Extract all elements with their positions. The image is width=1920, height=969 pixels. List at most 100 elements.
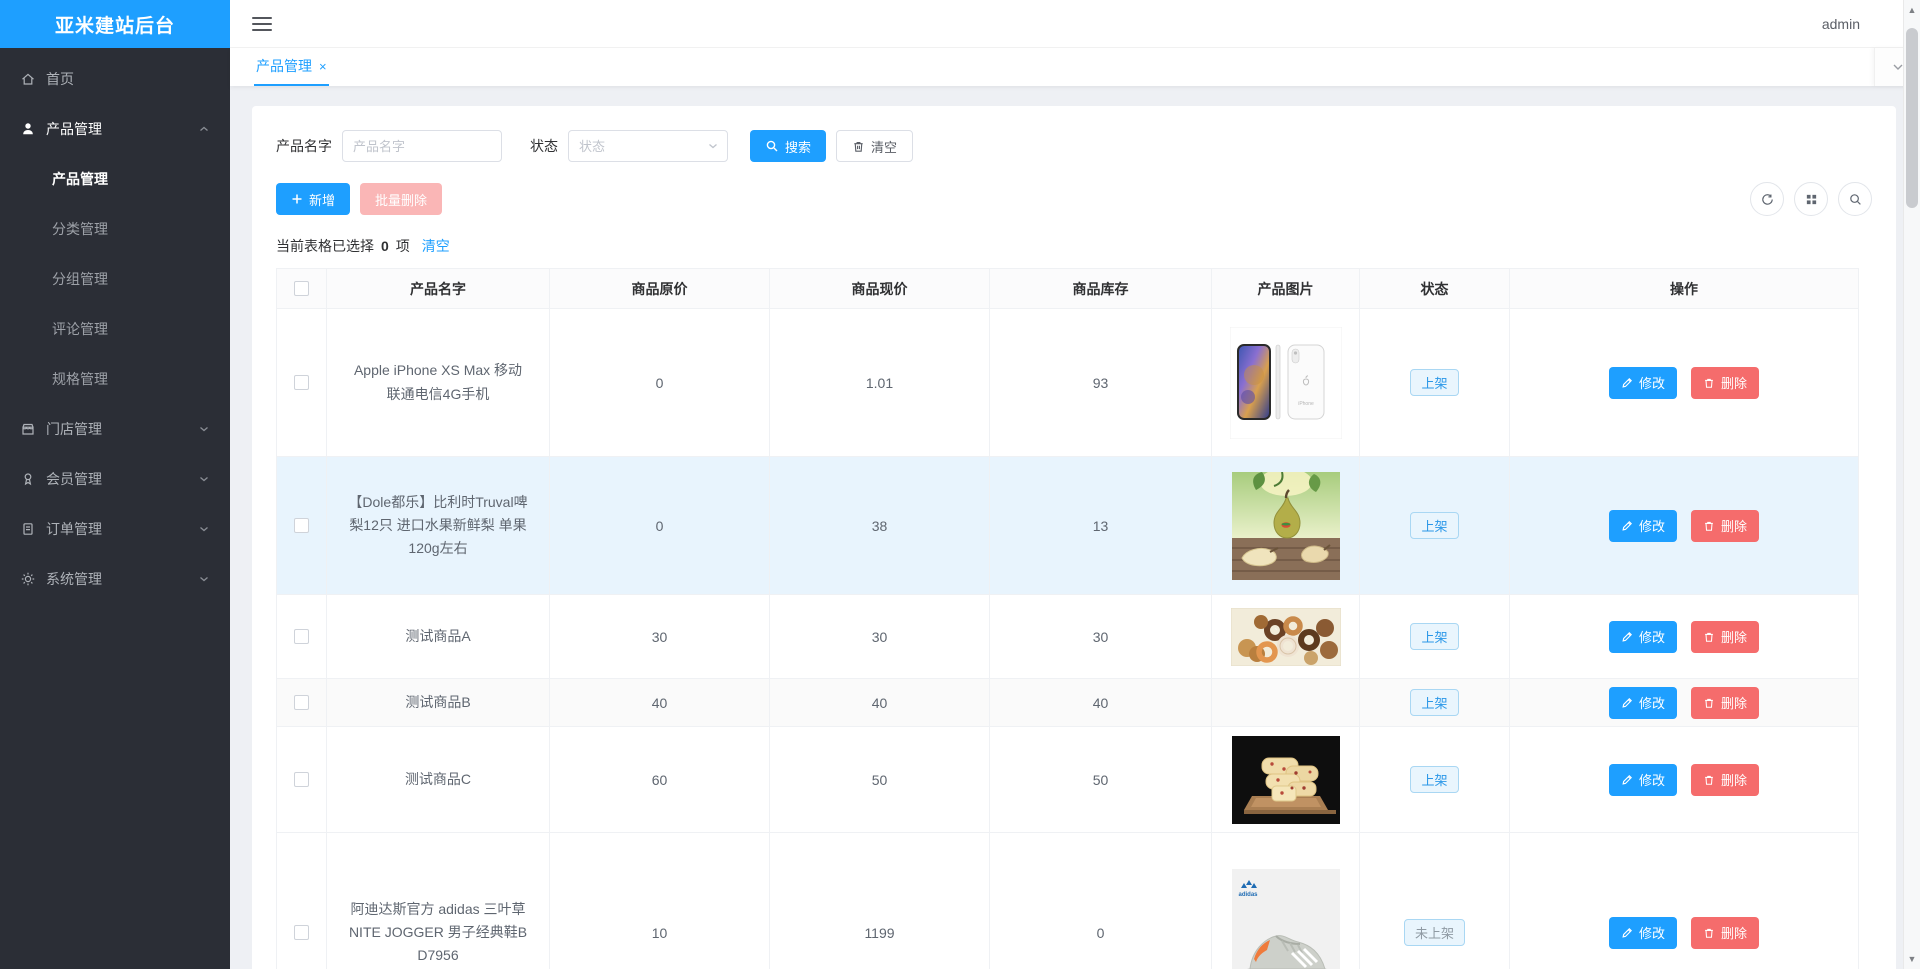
col-header-image: 产品图片	[1211, 268, 1360, 309]
edit-button-label: 修改	[1639, 630, 1666, 645]
vertical-scrollbar[interactable]: ▲ ▼	[1903, 0, 1920, 969]
row-checkbox[interactable]	[294, 629, 309, 644]
chevron-down-icon	[198, 573, 210, 585]
sidebar-item-product-mgmt[interactable]: 产品管理	[0, 104, 230, 154]
stock: 50	[989, 726, 1212, 833]
edit-button[interactable]: 修改	[1609, 686, 1678, 719]
sidebar-item-store-mgmt[interactable]: 门店管理	[0, 404, 230, 454]
edit-button[interactable]: 修改	[1609, 763, 1678, 796]
column-grid-icon[interactable]	[1794, 182, 1828, 216]
filter-row: 产品名字 状态 搜索	[276, 130, 1872, 162]
scroll-down-arrow-icon[interactable]: ▼	[1904, 951, 1920, 967]
row-checkbox[interactable]	[294, 518, 309, 533]
col-header-stock: 商品库存	[989, 268, 1212, 309]
clear-filters-button[interactable]: 清空	[836, 130, 914, 162]
sidebar-subitem-category-mgmt[interactable]: 分类管理	[0, 204, 230, 254]
sidebar-subitem-spec-mgmt[interactable]: 规格管理	[0, 354, 230, 404]
edit-button[interactable]: 修改	[1609, 366, 1678, 399]
selection-info: 当前表格已选择 0 项 清空	[276, 236, 1872, 256]
status-badge: 上架	[1410, 512, 1459, 539]
hamburger-menu-icon[interactable]	[252, 16, 272, 31]
header-checkbox-cell	[276, 268, 327, 309]
chevron-down-icon	[198, 473, 210, 485]
sidebar-item-home[interactable]: 首页	[0, 54, 230, 104]
current-price: 38	[769, 456, 990, 595]
sidebar-subitem-product-mgmt[interactable]: 产品管理	[0, 154, 230, 204]
delete-button[interactable]: 删除	[1690, 763, 1759, 796]
product-name-input[interactable]	[342, 130, 502, 162]
shop-icon	[20, 421, 36, 437]
sidebar-item-order-mgmt[interactable]: 订单管理	[0, 504, 230, 554]
sidebar-menu: 首页 产品管理 产品管理 分类管理 分组管理 评论管理 规格管理 门店管理 会员…	[0, 48, 230, 604]
col-header-name: 产品名字	[326, 268, 550, 309]
trash-icon	[1703, 774, 1715, 786]
col-header-current-price: 商品现价	[769, 268, 990, 309]
batch-delete-button[interactable]: 批量删除	[360, 183, 443, 215]
search-button[interactable]: 搜索	[750, 130, 827, 162]
delete-button-label: 删除	[1720, 376, 1747, 391]
add-button[interactable]: 新增	[276, 183, 351, 215]
clear-selection-link[interactable]: 清空	[422, 236, 450, 256]
delete-button[interactable]: 删除	[1690, 366, 1759, 399]
sidebar-subitem-group-mgmt[interactable]: 分组管理	[0, 254, 230, 304]
app-root: 亚米建站后台 首页 产品管理 产品管理 分类管理 分组管理 评论管理 规格管理 …	[0, 0, 1920, 969]
product-table: 产品名字 商品原价 商品现价 商品库存 产品图片 状态 操作 Apple iPh…	[276, 268, 1859, 969]
scroll-up-arrow-icon[interactable]: ▲	[1904, 2, 1920, 18]
pencil-icon	[1621, 697, 1633, 709]
row-checkbox[interactable]	[294, 695, 309, 710]
product-name: 测试商品C	[326, 726, 550, 833]
sidebar-item-label: 产品管理	[46, 121, 102, 137]
delete-button[interactable]: 删除	[1690, 686, 1759, 719]
trash-icon	[1703, 697, 1715, 709]
pencil-icon	[1621, 631, 1633, 643]
delete-button[interactable]: 删除	[1690, 916, 1759, 949]
edit-button[interactable]: 修改	[1609, 620, 1678, 653]
trash-icon	[852, 140, 865, 153]
refresh-icon[interactable]	[1750, 182, 1784, 216]
row-checkbox[interactable]	[294, 375, 309, 390]
row-checkbox[interactable]	[294, 925, 309, 940]
scrollbar-thumb[interactable]	[1906, 28, 1918, 208]
user-menu[interactable]: admin	[1822, 16, 1860, 32]
product-name: 测试商品A	[326, 594, 550, 679]
clear-button-label: 清空	[871, 139, 898, 155]
trash-icon	[1703, 520, 1715, 532]
zoom-icon[interactable]	[1838, 182, 1872, 216]
delete-button[interactable]: 删除	[1690, 620, 1759, 653]
product-name: 阿迪达斯官方 adidas 三叶草 NITE JOGGER 男子经典鞋BD795…	[326, 832, 550, 969]
sidebar-item-system-mgmt[interactable]: 系统管理	[0, 554, 230, 604]
add-button-label: 新增	[309, 192, 336, 208]
table-row: 测试商品C 60 50 50 上架 修改 删除	[276, 726, 1859, 833]
product-name: Apple iPhone XS Max 移动联通电信4G手机	[326, 308, 550, 457]
tab-bar: 产品管理 ×	[230, 48, 1920, 86]
topbar: admin	[230, 0, 1920, 48]
edit-button[interactable]: 修改	[1609, 509, 1678, 542]
sidebar-subitem-comment-mgmt[interactable]: 评论管理	[0, 304, 230, 354]
delete-button[interactable]: 删除	[1690, 509, 1759, 542]
original-price: 0	[549, 456, 770, 595]
sidebar-item-member-mgmt[interactable]: 会员管理	[0, 454, 230, 504]
chevron-up-icon	[198, 123, 210, 135]
stock: 93	[989, 308, 1212, 457]
status-badge: 上架	[1410, 766, 1459, 793]
table-row: 阿迪达斯官方 adidas 三叶草 NITE JOGGER 男子经典鞋BD795…	[276, 832, 1859, 969]
product-image-empty	[1211, 678, 1360, 727]
edit-button[interactable]: 修改	[1609, 916, 1678, 949]
chevron-down-icon	[198, 423, 210, 435]
tab-product-mgmt[interactable]: 产品管理 ×	[254, 48, 329, 86]
status-filter-label: 状态	[530, 138, 558, 154]
select-all-checkbox[interactable]	[294, 281, 309, 296]
delete-button-label: 删除	[1720, 630, 1747, 645]
close-icon[interactable]: ×	[319, 60, 327, 73]
pencil-icon	[1621, 927, 1633, 939]
col-header-actions: 操作	[1509, 268, 1859, 309]
stock: 40	[989, 678, 1212, 727]
status-select[interactable]	[568, 130, 728, 162]
sidebar-subitem-label: 评论管理	[52, 321, 108, 337]
plus-icon	[291, 193, 303, 205]
row-checkbox[interactable]	[294, 772, 309, 787]
product-image-cookies	[1231, 735, 1340, 824]
selection-suffix: 项	[395, 238, 410, 254]
pencil-icon	[1621, 774, 1633, 786]
product-image-iphone: iPhone	[1229, 326, 1342, 439]
